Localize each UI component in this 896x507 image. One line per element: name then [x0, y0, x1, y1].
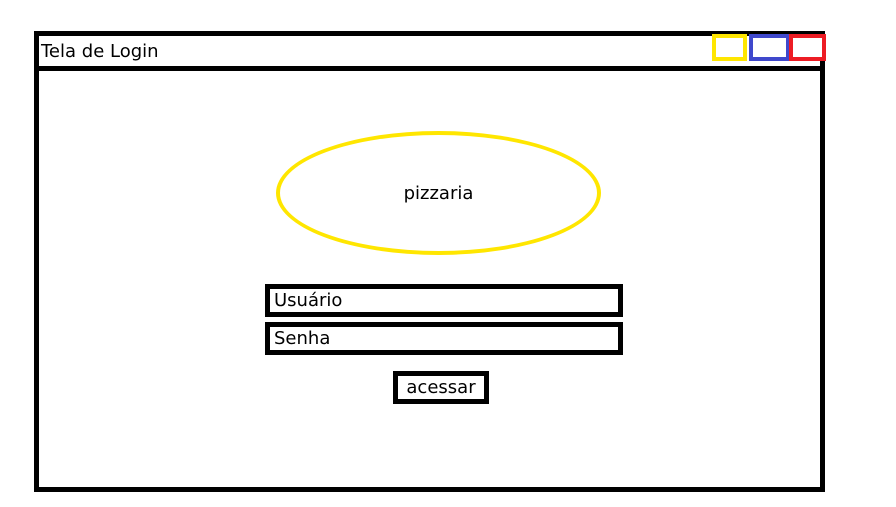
minimize-button[interactable] — [712, 34, 747, 61]
maximize-button[interactable] — [749, 34, 790, 61]
password-input[interactable] — [265, 322, 623, 355]
title-bar: Tela de Login — [39, 34, 826, 71]
username-input[interactable] — [265, 284, 623, 317]
pizzeria-logo: pizzaria — [276, 131, 601, 255]
close-button[interactable] — [789, 34, 826, 61]
logo-text: pizzaria — [403, 182, 474, 204]
login-button[interactable]: acessar — [393, 371, 489, 404]
window-title: Tela de Login — [41, 41, 159, 62]
login-window: Tela de Login pizzaria acessar — [34, 31, 826, 492]
